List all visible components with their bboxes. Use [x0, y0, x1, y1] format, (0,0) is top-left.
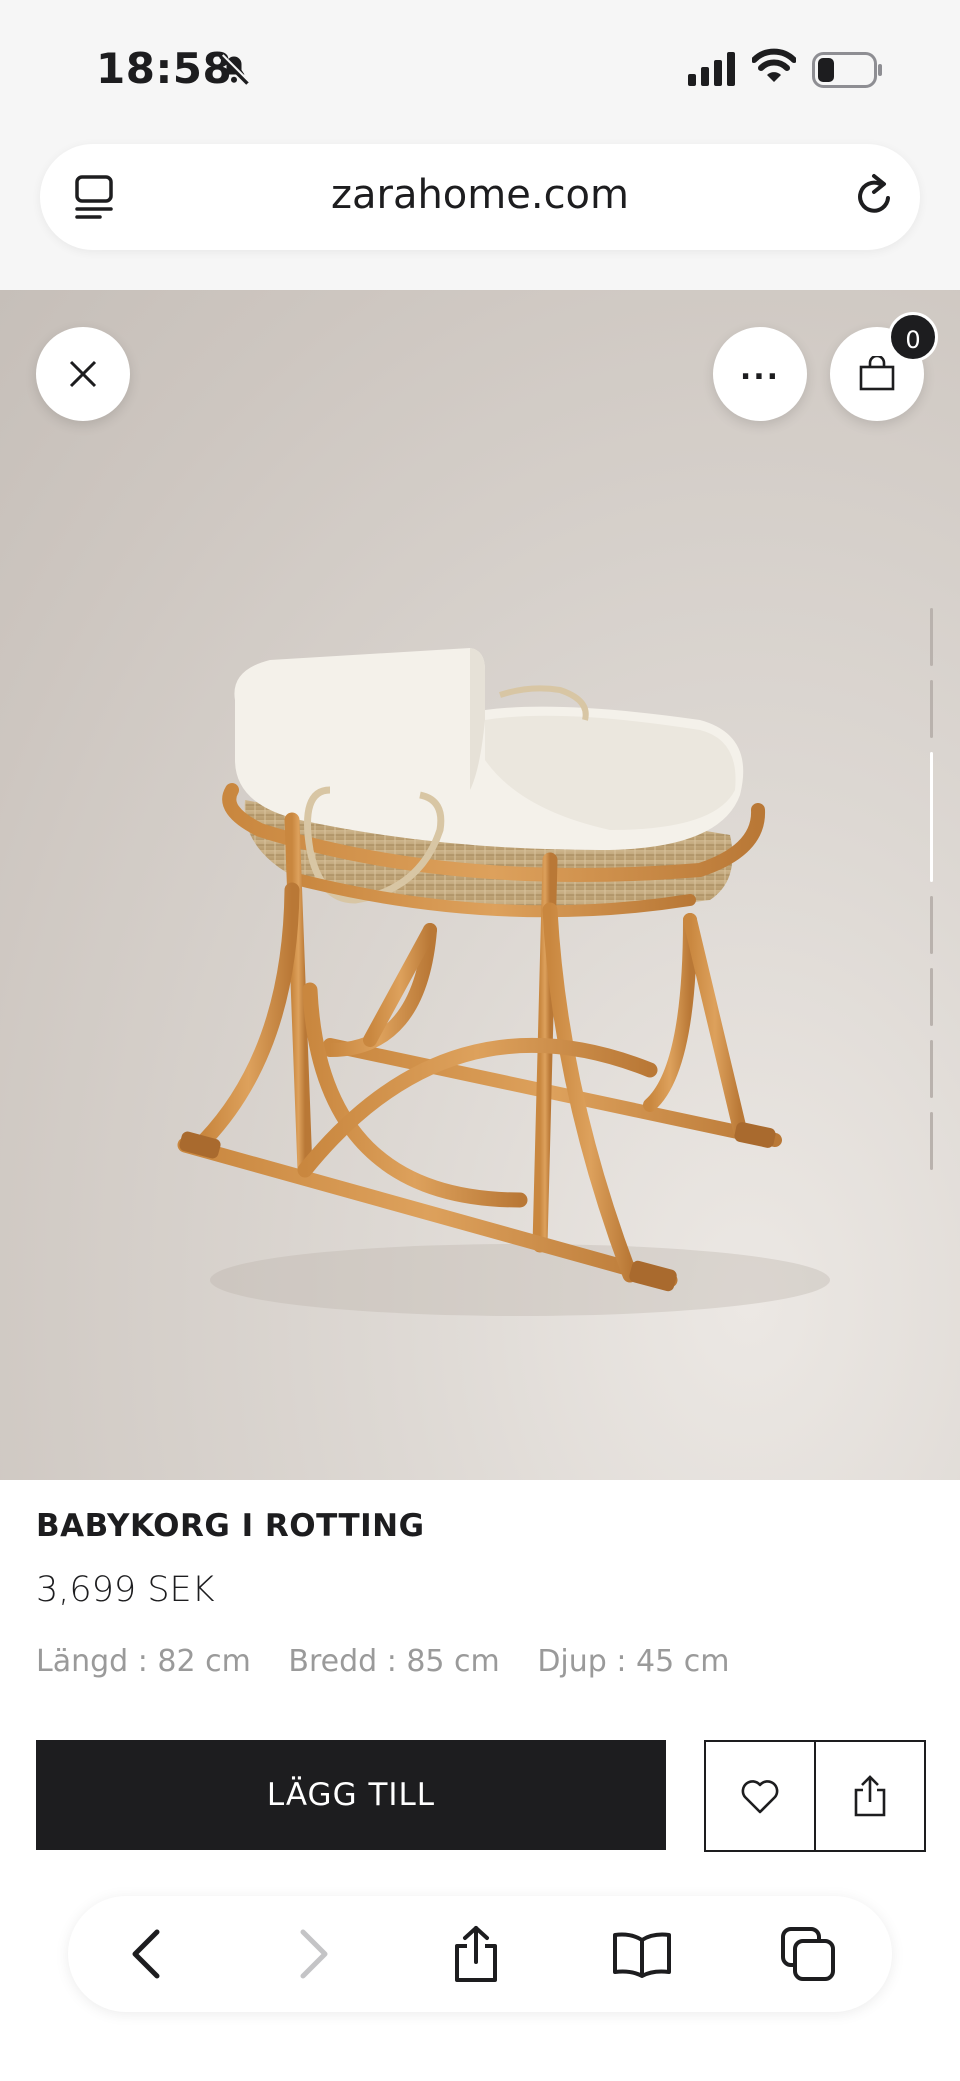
- status-time: 18:58: [96, 44, 233, 93]
- product-image: ... 0: [0, 290, 960, 1480]
- browser-toolbar: [68, 1896, 892, 2012]
- browser-chrome: 18:58 zarahome.com: [0, 0, 960, 290]
- product-price: 3,699 SEK: [36, 1570, 215, 1610]
- shopping-bag-icon: [859, 356, 895, 391]
- scroll-segment: [930, 896, 933, 954]
- wifi-icon: [752, 48, 796, 82]
- share-icon: [854, 1775, 886, 1817]
- close-icon: [69, 360, 97, 388]
- back-button[interactable]: [114, 1922, 178, 1986]
- bassinet-photo: [177, 648, 830, 1316]
- status-bar: 18:58: [0, 0, 960, 140]
- battery-icon: [812, 52, 882, 88]
- scroll-segment: [930, 968, 933, 1026]
- dimension-width: Bredd : 85 cm: [288, 1644, 500, 1679]
- back-icon: [132, 1929, 160, 1979]
- more-button[interactable]: ...: [713, 327, 807, 421]
- bookmarks-button[interactable]: [610, 1922, 674, 1986]
- url-bar[interactable]: zarahome.com: [40, 144, 920, 250]
- scroll-segment: [930, 680, 933, 738]
- forward-icon: [300, 1929, 328, 1979]
- scroll-segment-active: [930, 752, 933, 882]
- bell-slash-icon: [219, 54, 250, 85]
- product-dimensions: Längd : 82 cm Bredd : 85 cm Djup : 45 cm: [36, 1644, 757, 1679]
- reload-icon[interactable]: [852, 172, 898, 220]
- product-title: BABYKORG I ROTTING: [36, 1508, 425, 1544]
- scroll-segment: [930, 1040, 933, 1098]
- add-to-cart-button[interactable]: LÄGG TILL: [36, 1740, 666, 1850]
- product-actions: [704, 1740, 926, 1852]
- cellular-signal-icon: [688, 52, 735, 86]
- share-icon: [455, 1926, 497, 1982]
- heart-icon: [741, 1780, 779, 1814]
- dimension-depth: Djup : 45 cm: [537, 1644, 730, 1679]
- scroll-segment: [930, 1112, 933, 1170]
- more-icon: ...: [739, 351, 781, 387]
- scroll-segment: [930, 608, 933, 666]
- share-product-button[interactable]: [816, 1742, 924, 1850]
- url-domain[interactable]: zarahome.com: [40, 172, 920, 218]
- close-button[interactable]: [36, 327, 130, 421]
- cart-count-badge: 0: [888, 312, 938, 362]
- dimension-length: Längd : 82 cm: [36, 1644, 251, 1679]
- tabs-button[interactable]: [776, 1922, 840, 1986]
- share-page-button[interactable]: [444, 1922, 508, 1986]
- forward-button[interactable]: [282, 1922, 346, 1986]
- bookmarks-icon: [613, 1932, 671, 1978]
- tabs-icon: [781, 1927, 835, 1981]
- wishlist-button[interactable]: [706, 1742, 816, 1850]
